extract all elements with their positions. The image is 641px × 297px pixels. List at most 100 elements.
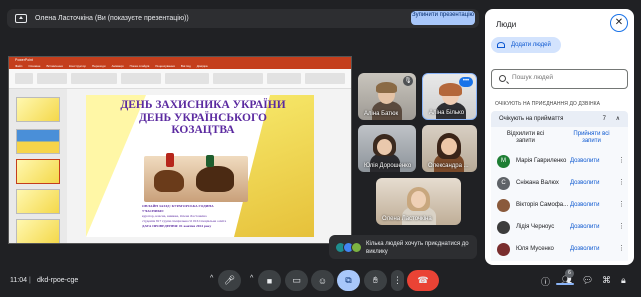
- participant-tile[interactable]: Юлія Дорошенко: [358, 125, 416, 172]
- avatar: [497, 243, 510, 256]
- requester-avatar: [351, 242, 362, 253]
- microphone-icon: 🎤︎: [223, 275, 236, 285]
- ribbon-group[interactable]: [165, 73, 209, 84]
- lock-icon[interactable]: 🔒︎: [621, 275, 626, 286]
- cossacks-illustration: [144, 156, 248, 202]
- raise-hand-button[interactable]: ✋︎: [364, 270, 387, 291]
- chat-icon[interactable]: 💬︎: [582, 275, 593, 286]
- ribbon-group[interactable]: [37, 73, 67, 84]
- people-panel: Люди ✕ Додати людей ОЧІКУЮТЬ НА ПРИЄДНАН…: [485, 9, 634, 265]
- bulk-actions: Відхилити всі запити Прийняти всі запити: [491, 127, 628, 151]
- more-vert-icon[interactable]: ⋮: [618, 222, 625, 230]
- more-vert-icon: ⋮: [393, 275, 402, 285]
- slide-thumbnail[interactable]: [16, 219, 60, 243]
- mic-muted-icon: 🎙: [403, 76, 413, 86]
- present-button[interactable]: ⧉: [337, 270, 360, 291]
- presenting-banner: Олена Ласточкіна (Ви (показуєте презента…: [7, 9, 479, 28]
- more-vert-icon[interactable]: ⋮: [618, 244, 625, 252]
- participant-name: Аліна Білько: [429, 110, 465, 116]
- slide-thumbnails: [9, 89, 67, 243]
- avatar: [497, 199, 510, 212]
- participant-name: Олександра ...: [428, 163, 469, 169]
- allow-button[interactable]: Дозволити: [570, 224, 599, 230]
- slide-thumbnail[interactable]: [16, 97, 60, 122]
- presenting-status: Олена Ласточкіна (Ви (показуєте презента…: [35, 15, 189, 22]
- more-options-button[interactable]: ⋮: [391, 270, 404, 291]
- slide-thumbnail[interactable]: [16, 159, 60, 184]
- join-request-toast[interactable]: Кілька людей хочуть приєднатися до викли…: [329, 235, 477, 259]
- requester-name: Лідія Черноус: [516, 224, 555, 230]
- add-person-icon: [497, 42, 505, 48]
- more-vert-icon[interactable]: ⋮: [618, 156, 625, 164]
- participant-name: Олена Ласточкіна: [382, 216, 432, 222]
- search-input[interactable]: [512, 74, 622, 81]
- captions-button[interactable]: ▭: [285, 270, 308, 291]
- waiting-label: Очікують на приймаття: [499, 116, 564, 122]
- leave-call-button[interactable]: ☎: [407, 270, 439, 291]
- close-panel-button[interactable]: ✕: [610, 14, 628, 32]
- join-request-row: Вікторія Самофа... Дозволити ⋮: [491, 195, 628, 217]
- ribbon-group[interactable]: [267, 73, 301, 84]
- separator: |: [29, 277, 31, 284]
- emoji-icon: ☺: [317, 275, 328, 286]
- allow-button[interactable]: Дозволити: [570, 158, 599, 164]
- allow-button[interactable]: Дозволити: [570, 180, 599, 186]
- hand-icon: ✋︎: [372, 275, 379, 285]
- camera-icon: ■: [266, 275, 273, 286]
- allow-button[interactable]: Дозволити: [570, 246, 599, 252]
- participant-tile[interactable]: ••• Аліна Білько: [422, 73, 477, 120]
- more-vert-icon[interactable]: ⋮: [618, 178, 625, 186]
- info-icon[interactable]: ⓘ: [541, 275, 550, 288]
- waiting-section-header: ОЧІКУЮТЬ НА ПРИЄДНАННЯ ДО ДЗВІНКА: [495, 101, 601, 107]
- participant-tile[interactable]: Олександра ...: [422, 125, 477, 172]
- ribbon-group[interactable]: [213, 73, 263, 84]
- present-screen-icon: [15, 14, 27, 23]
- slide-body: ОНЛАЙН ЗАХІД: КУРАТОРСЬКА ГОДИНА УЧАСНИК…: [142, 204, 282, 229]
- captions-icon: ▭: [292, 275, 301, 285]
- emoji-button[interactable]: ☺: [311, 270, 334, 291]
- panel-title: Люди: [496, 20, 517, 29]
- chevron-up-icon[interactable]: ^: [210, 275, 213, 282]
- slide-title: ДЕНЬ ЗАХИСНИКА УКРАЇНИ ДЕНЬ УКРАЇНСЬКОГО…: [120, 99, 286, 136]
- ribbon-group[interactable]: [305, 73, 345, 84]
- participant-video: [439, 83, 462, 96]
- chevron-up-icon[interactable]: ^: [250, 275, 253, 282]
- slide-thumbnail[interactable]: [16, 189, 60, 214]
- ppt-ribbon: [9, 69, 351, 89]
- people-search[interactable]: [491, 69, 628, 89]
- avatar: С: [497, 177, 510, 190]
- requester-name: Марія Гавриленко: [516, 158, 567, 164]
- microphone-button[interactable]: 🎤︎: [218, 270, 241, 291]
- waiting-to-join-toggle[interactable]: Очікують на приймаття 7 ∧: [491, 111, 628, 127]
- participant-tile[interactable]: 🎙 Аліна Батюк: [358, 73, 416, 120]
- participant-video: [377, 139, 392, 155]
- allow-button[interactable]: Дозволити: [570, 202, 599, 208]
- requester-name: Вікторія Самофа...: [516, 202, 569, 208]
- more-vert-icon[interactable]: ⋮: [618, 200, 625, 208]
- reject-all-button[interactable]: Відхилити всі запити: [503, 131, 548, 145]
- close-icon: ✕: [614, 17, 624, 28]
- avatar: [497, 221, 510, 234]
- activities-icon[interactable]: ⌘: [602, 275, 611, 286]
- more-options-icon[interactable]: •••: [459, 77, 473, 87]
- rider-figure: [166, 153, 174, 167]
- search-icon: [499, 75, 506, 82]
- accept-all-button[interactable]: Прийняти всі запити: [569, 131, 614, 145]
- slide-thumbnail[interactable]: [16, 129, 60, 154]
- people-tab-indicator: [556, 283, 574, 285]
- camera-button[interactable]: ■: [258, 270, 281, 291]
- ribbon-group[interactable]: [15, 73, 33, 84]
- join-request-row: Юля Мусенко Дозволити ⋮: [491, 239, 628, 261]
- participant-name: Юлія Дорошенко: [364, 163, 412, 169]
- join-request-row: С Сніжана Валюх Дозволити ⋮: [491, 173, 628, 195]
- stop-presenting-button[interactable]: Зупинити презентацію: [411, 11, 475, 25]
- meeting-controls-bar: 11:04 | dkd-rpoe-cge ^ 🎤︎ ^ ■ ▭ ☺ ⧉ ✋︎ ⋮…: [0, 266, 641, 297]
- avatar: М: [497, 155, 510, 168]
- participant-video: [411, 191, 426, 208]
- participant-name: Аліна Батюк: [364, 111, 399, 117]
- requester-name: Юля Мусенко: [516, 246, 554, 252]
- ribbon-group[interactable]: [71, 73, 117, 84]
- ribbon-group[interactable]: [121, 73, 161, 84]
- participant-video: [376, 82, 397, 93]
- participant-tile[interactable]: Олена Ласточкіна: [376, 178, 461, 225]
